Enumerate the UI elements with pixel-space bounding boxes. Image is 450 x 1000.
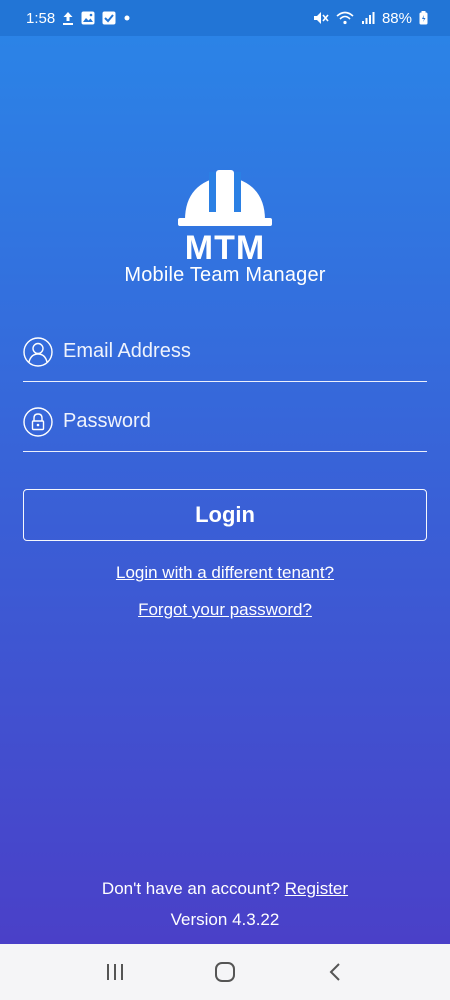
logo-text: MTM xyxy=(185,229,265,262)
register-link[interactable]: Register xyxy=(285,879,348,898)
forgot-password-link[interactable]: Forgot your password? xyxy=(0,600,450,620)
email-field[interactable] xyxy=(23,322,427,382)
recent-apps-button[interactable] xyxy=(95,952,135,992)
wifi-icon xyxy=(336,11,354,25)
register-line: Don't have an account? Register xyxy=(0,879,450,899)
mute-icon xyxy=(313,11,329,25)
image-icon xyxy=(81,11,95,25)
login-screen xyxy=(0,0,450,944)
battery-percent: 88% xyxy=(381,9,412,27)
navigation-bar xyxy=(0,944,450,1000)
back-button[interactable] xyxy=(315,952,355,992)
status-time: 1:58 xyxy=(26,9,56,27)
home-icon xyxy=(215,962,235,982)
recent-apps-icon xyxy=(107,964,123,980)
different-tenant-link[interactable]: Login with a different tenant? xyxy=(0,563,450,583)
app-name: Mobile Team Manager xyxy=(124,264,326,286)
password-field[interactable] xyxy=(23,392,427,452)
checkbox-icon xyxy=(102,11,116,25)
back-icon xyxy=(329,963,340,981)
password-input[interactable] xyxy=(63,410,403,433)
login-button[interactable]: Login xyxy=(23,489,427,541)
status-right: 88% xyxy=(313,10,428,27)
version-label: Version 4.3.22 xyxy=(170,910,280,929)
signal-icon xyxy=(361,11,375,25)
dot-icon xyxy=(123,11,131,25)
email-input[interactable] xyxy=(63,340,403,363)
mtm-logo: MTM xyxy=(175,168,275,267)
home-button[interactable] xyxy=(205,952,245,992)
status-left: 1:58 xyxy=(26,10,131,27)
status-bar: 1:58 88% xyxy=(0,0,450,36)
lock-icon xyxy=(23,406,53,437)
upload-icon xyxy=(62,11,74,25)
battery-icon xyxy=(419,11,428,25)
user-icon xyxy=(23,336,53,367)
register-prompt: Don't have an account? xyxy=(101,879,281,898)
